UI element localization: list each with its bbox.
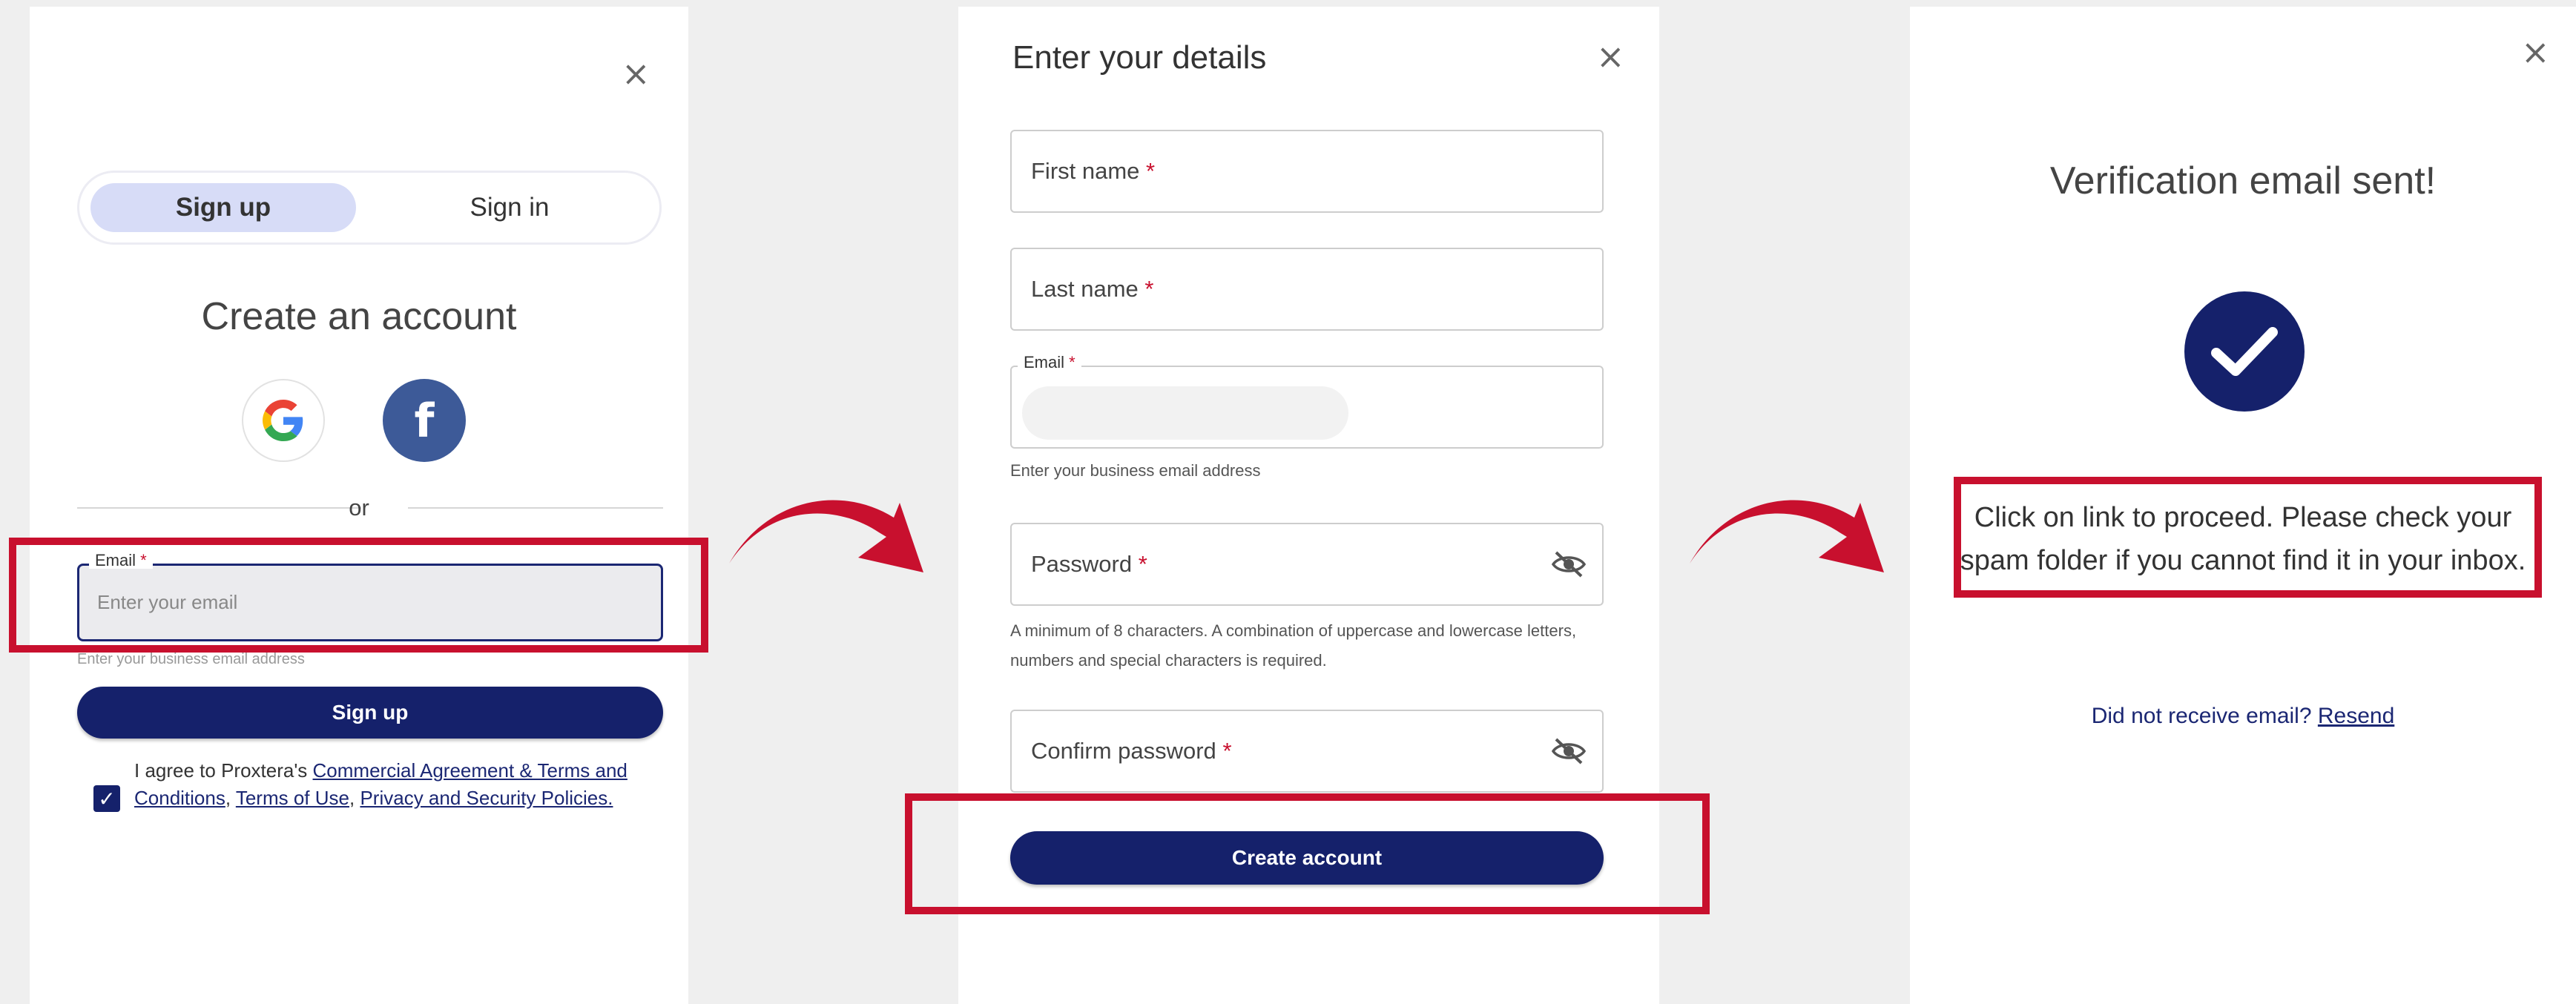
last-name-field[interactable]: Last name *: [1010, 248, 1604, 331]
auth-tab-toggle: Sign up Sign in: [77, 171, 662, 245]
close-icon[interactable]: ×: [2521, 35, 2550, 69]
details-title: Enter your details: [1012, 39, 1267, 76]
agree-separator: ,: [225, 787, 236, 809]
signup-panel: × Sign up Sign in Create an account f or…: [30, 7, 688, 1004]
required-mark: *: [1069, 353, 1075, 371]
resend-prompt: Did not receive email? Resend: [1910, 704, 2576, 729]
google-signin-button[interactable]: [242, 379, 325, 462]
password-label: Password *: [1031, 551, 1147, 577]
facebook-signin-button[interactable]: f: [383, 379, 466, 462]
resend-prompt-text: Did not receive email?: [2091, 704, 2318, 728]
eye-off-icon[interactable]: [1550, 549, 1587, 579]
last-name-label: Last name *: [1031, 276, 1154, 302]
confirm-password-field[interactable]: Confirm password *: [1010, 710, 1604, 793]
flow-arrow-icon: [729, 500, 923, 572]
email-field[interactable]: [1010, 366, 1604, 449]
flow-arrow-icon: [1690, 500, 1884, 572]
highlight-create-account: [905, 793, 1710, 914]
resend-link[interactable]: Resend: [2318, 704, 2394, 728]
tab-sign-in[interactable]: Sign in: [369, 183, 650, 232]
checkmark-icon: ✓: [98, 786, 116, 811]
confirm-password-label: Confirm password *: [1031, 738, 1232, 764]
tab-sign-up[interactable]: Sign up: [90, 183, 356, 232]
privacy-policy-link[interactable]: Privacy and Security Policies.: [360, 787, 613, 809]
terms-of-use-link[interactable]: Terms of Use: [236, 787, 349, 809]
success-check-icon: [2184, 291, 2305, 412]
first-name-label: First name *: [1031, 158, 1156, 184]
close-icon[interactable]: ×: [1596, 39, 1625, 73]
highlight-email-field: [9, 538, 708, 653]
terms-checkbox[interactable]: ✓: [93, 785, 120, 812]
terms-agreement-text: I agree to Proxtera's Commercial Agreeme…: [134, 757, 646, 812]
email-label-text: Email: [1024, 353, 1065, 371]
highlight-verification-message: [1954, 477, 2542, 598]
agree-separator: ,: [349, 787, 360, 809]
page-title: Create an account: [201, 295, 517, 338]
checkmark-icon: [2211, 327, 2278, 376]
email-hint: Enter your business email address: [1010, 461, 1261, 480]
email-hint: Enter your business email address: [77, 651, 305, 667]
google-icon: [263, 400, 303, 441]
eye-off-icon[interactable]: [1550, 736, 1587, 766]
agree-prefix: I agree to Proxtera's: [134, 759, 313, 782]
divider-right: [408, 507, 663, 509]
facebook-icon: f: [414, 393, 435, 448]
first-name-field[interactable]: First name *: [1010, 130, 1604, 213]
sign-up-button[interactable]: Sign up: [77, 687, 663, 739]
verification-title: Verification email sent!: [2049, 159, 2437, 202]
password-hint: A minimum of 8 characters. A combination…: [1010, 621, 1577, 670]
email-value-redacted: [1022, 386, 1348, 440]
close-icon[interactable]: ×: [622, 56, 650, 90]
password-field[interactable]: Password *: [1010, 523, 1604, 606]
email-field-label: Email *: [1018, 354, 1081, 371]
